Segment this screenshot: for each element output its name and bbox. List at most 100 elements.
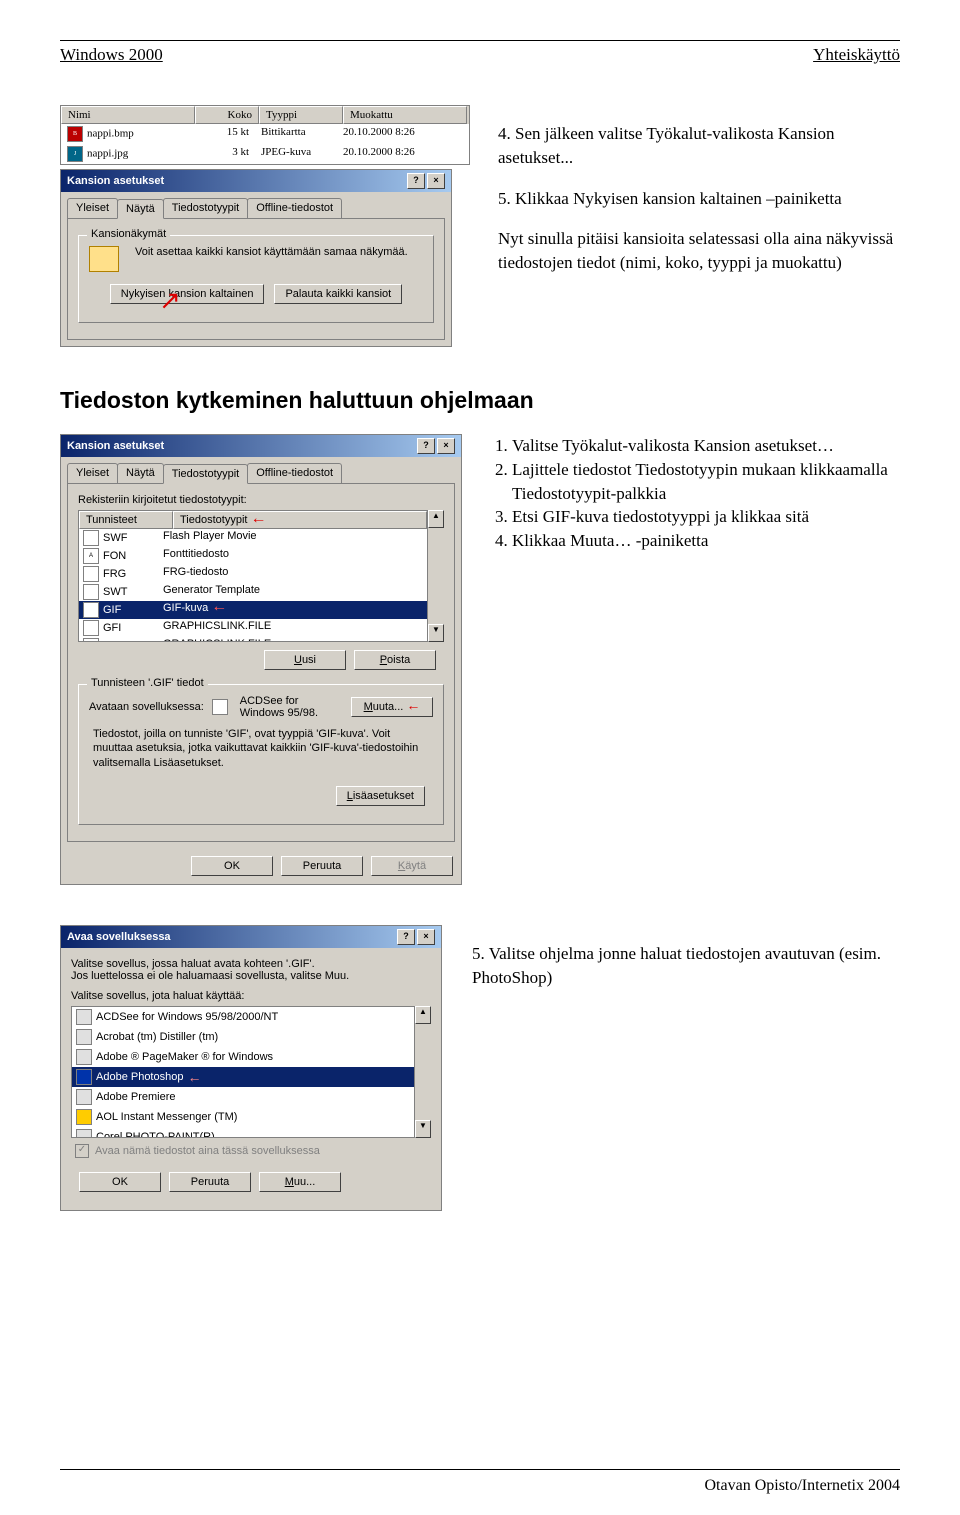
list-item: Adobe Premiere [72,1087,414,1107]
jpg-icon: J [67,146,83,162]
list-item: GIFGIF-kuva ← [79,601,427,619]
col-type[interactable]: Tyyppi [259,106,343,124]
help-icon[interactable]: ? [397,929,415,945]
delete-button[interactable]: Poista [354,650,436,670]
dlg3-text2: Jos luettelossa ei ole haluamaasi sovell… [71,970,431,982]
list-item: GFIGRAPHICSLINK.FILE [79,619,427,637]
close-icon[interactable]: × [417,929,435,945]
col-size[interactable]: Koko [195,106,259,124]
arrow-icon: ← [406,697,420,713]
app-icon [76,1049,92,1065]
file-icon [83,602,99,618]
change-button[interactable]: Muuta... ← [351,697,433,717]
header-right: Yhteiskäyttö [813,45,900,65]
help-icon[interactable]: ? [417,438,435,454]
tab-tiedostotyypit[interactable]: Tiedostotyypit [163,198,248,218]
group-title: Kansionäkymät [87,228,170,240]
dialog-titlebar: Avaa sovelluksessa ? × [61,926,441,948]
file-icon [83,566,99,582]
app-listbox[interactable]: ACDSee for Windows 95/98/2000/NT Acrobat… [71,1006,415,1138]
like-current-folder-button[interactable]: Nykyisen kansion kaltainen [110,284,265,304]
scroll-up-icon[interactable]: ▲ [415,1006,431,1024]
tab-tiedostotyypit[interactable]: Tiedostotyypit [163,464,248,484]
folder-options-dialog-2: Kansion asetukset ? × Yleiset Näytä Tied… [60,434,462,885]
reset-all-folders-button[interactable]: Palauta kaikki kansiot [274,284,402,304]
section-heading: Tiedoston kytkeminen haluttuun ohjelmaan [60,387,900,414]
list-item: SWTGenerator Template [79,583,427,601]
list-item: GFXGRAPHICSLINK.FILE [79,637,427,642]
ok-button[interactable]: OK [79,1172,161,1192]
col-modified[interactable]: Muokattu [343,106,467,124]
app-icon [76,1089,92,1105]
folder-options-dialog-1: Kansion asetukset ? × Yleiset Näytä Tied… [60,169,452,347]
page-footer: Otavan Opisto/Internetix 2004 [704,1477,900,1495]
tab-yleiset[interactable]: Yleiset [67,198,118,218]
file-row[interactable]: Jnappi.jpg 3 kt JPEG-kuva 20.10.2000 8:2… [61,144,469,164]
open-with-label: Avataan sovelluksessa: [89,701,204,713]
tab-nayta[interactable]: Näytä [117,463,164,483]
new-button[interactable]: UUusiusi [264,650,346,670]
file-icon [83,584,99,600]
checkbox-label: Avaa nämä tiedostot aina tässä sovelluks… [95,1145,320,1157]
folder-icon [89,246,119,272]
app-icon [212,699,228,715]
col-ext[interactable]: Tunnisteet [79,511,173,529]
instructions-1: 4. Sen jälkeen valitse Työkalut-valikost… [498,105,900,347]
scrollbar[interactable]: ▲ ▼ [428,510,444,642]
app-icon [76,1129,92,1138]
list-item: Corel PHOTO-PAINT(R) [72,1127,414,1138]
open-with-dialog: Avaa sovelluksessa ? × Valitse sovellus,… [60,925,442,1211]
col-filetype[interactable]: Tiedostotyypit ← [173,511,427,529]
list-item: Acrobat (tm) Distiller (tm) [72,1027,414,1047]
col-name[interactable]: Nimi [61,106,195,124]
file-row[interactable]: Bnappi.bmp 15 kt Bittikartta 20.10.2000 … [61,124,469,144]
page-header: Windows 2000 Yhteiskäyttö [60,45,900,65]
cancel-button[interactable]: Peruuta [169,1172,251,1192]
other-button[interactable]: Muu... [259,1172,341,1192]
arrow-icon: ↗ [159,285,181,315]
app-icon [76,1109,92,1125]
close-icon[interactable]: × [437,438,455,454]
tab-yleiset[interactable]: Yleiset [67,463,118,483]
file-icon [83,620,99,636]
bmp-icon: B [67,126,83,142]
header-left: Windows 2000 [60,45,163,65]
app-icon [76,1009,92,1025]
scroll-down-icon[interactable]: ▼ [415,1120,431,1138]
list-item: AFONFonttitiedosto [79,547,427,565]
scroll-down-icon[interactable]: ▼ [428,624,444,642]
arrow-icon: ← [251,510,267,527]
registered-types-label: Rekisteriin kirjoitetut tiedostotyypit: [78,494,444,506]
scrollbar[interactable]: ▲ ▼ [415,1006,431,1138]
file-icon [83,638,99,642]
instructions-3: 5. Valitse ohjelma jonne haluat tiedosto… [472,925,900,1007]
file-list: Nimi Koko Tyyppi Muokattu Bnappi.bmp 15 … [60,105,470,165]
list-item: Adobe ® PageMaker ® for Windows [72,1047,414,1067]
ext-details-title: Tunnisteen '.GIF' tiedot [87,677,208,689]
app-icon [76,1069,92,1085]
help-icon[interactable]: ? [407,173,425,189]
tab-offline[interactable]: Offline-tiedostot [247,198,342,218]
group-text: Voit asettaa kaikki kansiot käyttämään s… [135,246,408,258]
dialog-titlebar: Kansion asetukset ? × [61,435,461,457]
always-open-checkbox[interactable]: ✓ [75,1144,89,1158]
list-item: ACDSee for Windows 95/98/2000/NT [72,1007,414,1027]
tab-nayta[interactable]: Näytä [117,199,164,219]
advanced-button[interactable]: Lisäasetukset [336,786,425,806]
app-icon [76,1029,92,1045]
dlg3-text1: Valitse sovellus, jossa haluat avata koh… [71,958,431,970]
cancel-button[interactable]: Peruuta [281,856,363,876]
file-icon: A [83,548,99,564]
file-icon [83,530,99,546]
filetype-listbox[interactable]: Tunnisteet Tiedostotyypit ← SWFFlash Pla… [78,510,428,642]
arrow-icon: ← [211,598,227,615]
close-icon[interactable]: × [427,173,445,189]
scroll-up-icon[interactable]: ▲ [428,510,444,528]
info-text: Tiedostot, joilla on tunniste 'GIF', ova… [89,719,433,778]
dlg3-label: Valitse sovellus, jota haluat käyttää: [71,990,431,1002]
tab-offline[interactable]: Offline-tiedostot [247,463,342,483]
list-item: AOL Instant Messenger (TM) [72,1107,414,1127]
ok-button[interactable]: OK [191,856,273,876]
apply-button[interactable]: Käytä [371,856,453,876]
list-item: SWFFlash Player Movie [79,529,427,547]
